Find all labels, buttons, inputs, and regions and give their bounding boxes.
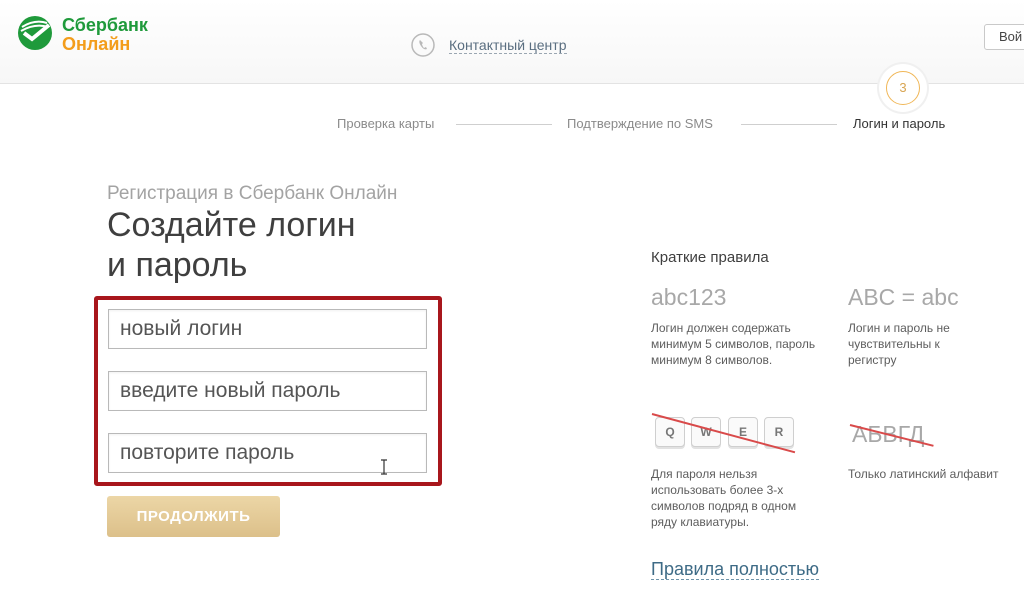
step-indicator: 3	[879, 64, 927, 112]
rule-length-text: Логин должен содержать минимум 5 символо…	[651, 321, 816, 367]
rule-case-text: Логин и пароль не чувствительны к регист…	[848, 321, 950, 367]
sberbank-logo-icon	[18, 16, 52, 50]
brand-line2: Онлайн	[62, 34, 131, 54]
contact-center-link[interactable]: Контактный центр	[449, 37, 567, 54]
rule-keyboard-text: Для пароля нельзя использовать более 3-х…	[651, 467, 797, 529]
step-number: 3	[886, 71, 920, 105]
brand-logo[interactable]: Сбербанк Онлайн	[16, 14, 176, 58]
new-password-input[interactable]	[108, 371, 427, 411]
header: Сбербанк Онлайн Контактный центр Вой	[0, 0, 1024, 84]
rule-latin-text: Только латинский алфавит	[848, 467, 999, 481]
step-divider	[741, 124, 837, 125]
full-rules-link[interactable]: Правила полностью	[651, 559, 820, 580]
step-sms-confirmation: Подтверждение по SMS	[567, 116, 713, 131]
page-title-line2: и пароль	[107, 246, 248, 284]
rule-case-example: ABC = abc	[848, 284, 959, 310]
brand-line1: Сбербанк	[62, 15, 148, 35]
login-button[interactable]: Вой	[984, 24, 1024, 50]
page-title-line1: Создайте логин	[107, 206, 356, 244]
text-cursor-icon	[381, 459, 387, 475]
phone-icon	[411, 33, 435, 57]
step-card-check: Проверка карты	[337, 116, 435, 131]
rules-title: Краткие правила	[651, 249, 769, 266]
keyboard-keys-illustration: Q W E R	[655, 417, 800, 457]
rule-length-example: abc123	[651, 284, 727, 310]
continue-button[interactable]: ПРОДОЛЖИТЬ	[107, 496, 280, 537]
step-divider	[456, 124, 552, 125]
new-login-input[interactable]	[108, 309, 427, 349]
key-r: R	[764, 417, 794, 447]
page-title: Создайте логин и пароль	[107, 205, 356, 285]
page-subtitle: Регистрация в Сбербанк Онлайн	[107, 183, 398, 204]
step-login-password: Логин и пароль	[853, 116, 946, 131]
brand-name: Сбербанк Онлайн	[62, 16, 148, 54]
